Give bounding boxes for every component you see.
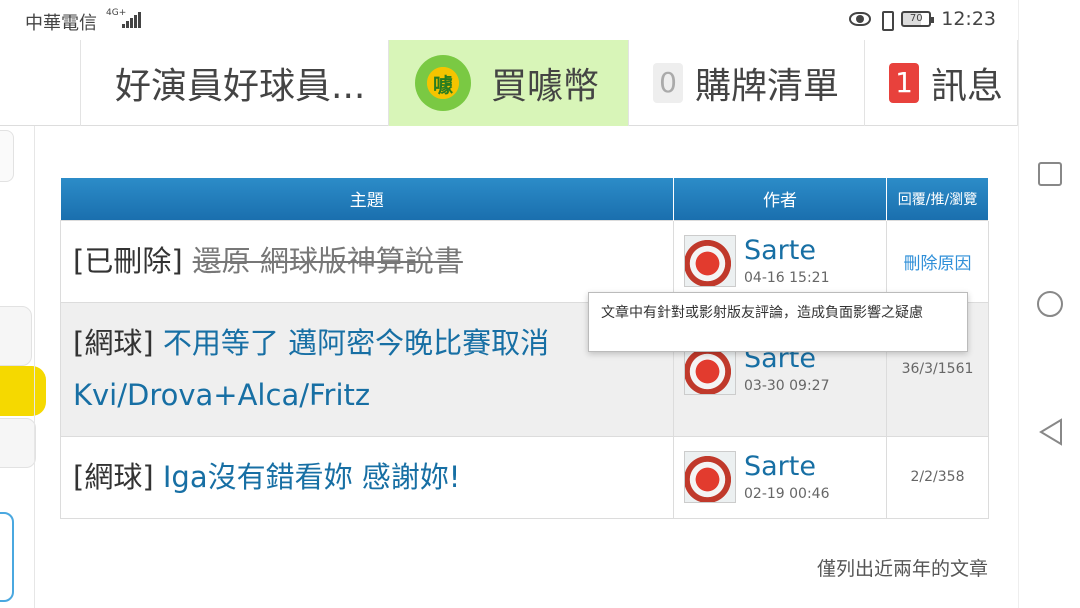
eye-comfort-icon bbox=[849, 12, 872, 26]
tab-messages[interactable]: 1 訊息 bbox=[864, 40, 1018, 126]
post-date: 04-16 15:21 bbox=[744, 270, 830, 286]
author-cell: Sarte 02-19 00:46 bbox=[673, 435, 887, 519]
topic-cell: [網球] Iga沒有錯看妳 感謝妳! bbox=[60, 435, 674, 519]
clock: 12:23 bbox=[941, 8, 996, 30]
recent-apps-icon[interactable] bbox=[1038, 162, 1062, 186]
sidebar-tab[interactable] bbox=[0, 130, 14, 182]
delete-reason-link[interactable]: 刪除原因 bbox=[886, 219, 989, 303]
tab-board-label: 好演員好球員... bbox=[115, 66, 366, 107]
tab-buy-coin[interactable]: 噱 買噱幣 bbox=[388, 40, 628, 126]
system-nav-bar bbox=[1018, 0, 1080, 608]
author-link[interactable]: Sarte bbox=[744, 452, 829, 482]
tab-messages-label: 訊息 bbox=[931, 66, 1004, 107]
deleted-topic-title: 還原 網球版神算說書 bbox=[192, 244, 463, 278]
post-date: 02-19 00:46 bbox=[744, 486, 830, 502]
topic-prefix: [網球] bbox=[73, 326, 154, 360]
left-sidebar-fragment bbox=[0, 126, 46, 608]
sidebar-tab[interactable] bbox=[0, 418, 36, 468]
coin-icon: 噱 bbox=[415, 55, 471, 111]
tab-buy-coin-label: 買噱幣 bbox=[491, 66, 600, 107]
divider bbox=[34, 126, 35, 608]
status-bar: 中華電信 4G+ 70 12:23 bbox=[0, 0, 1018, 40]
top-nav: 好演員好球員... 噱 買噱幣 0 購牌清單 1 訊息 bbox=[0, 40, 1018, 126]
message-count-badge: 1 bbox=[889, 63, 919, 103]
topic-cell: [已刪除] 還原 網球版神算說書 bbox=[60, 219, 674, 303]
author-link[interactable]: Sarte bbox=[744, 236, 829, 266]
sidebar-tab-active[interactable] bbox=[0, 366, 46, 416]
avatar[interactable] bbox=[684, 235, 736, 287]
carrier-name: 中華電信 bbox=[25, 13, 97, 34]
cart-count-badge: 0 bbox=[653, 63, 683, 103]
table-row: [已刪除] 還原 網球版神算說書 Sarte 04-16 15:21 刪除原因 bbox=[60, 219, 989, 303]
sidebar-tab[interactable] bbox=[0, 306, 32, 366]
tab-cart-label: 購牌清單 bbox=[695, 66, 840, 107]
tab-board[interactable]: 好演員好球員... bbox=[80, 40, 388, 126]
home-icon[interactable] bbox=[1037, 291, 1063, 317]
delete-reason-tooltip: 文章中有針對或影射版友評論，造成負面影響之疑慮 bbox=[588, 292, 968, 352]
header-topic: 主題 bbox=[60, 178, 674, 220]
signal-icon bbox=[122, 12, 142, 28]
post-date: 03-30 09:27 bbox=[744, 378, 830, 394]
header-author: 作者 bbox=[673, 178, 887, 220]
header-stats: 回覆/推/瀏覽 bbox=[886, 178, 989, 220]
coin-icon-text: 噱 bbox=[433, 72, 453, 97]
topic-prefix: [網球] bbox=[73, 460, 154, 494]
avatar[interactable] bbox=[684, 451, 736, 503]
back-icon[interactable] bbox=[1039, 418, 1063, 446]
tab-cart[interactable]: 0 購牌清單 bbox=[628, 40, 864, 126]
sidebar-button[interactable] bbox=[0, 512, 14, 602]
battery-icon: 70 bbox=[901, 11, 935, 27]
post-stats: 2/2/358 bbox=[886, 435, 989, 519]
topic-prefix: [已刪除] bbox=[73, 244, 183, 278]
topic-link[interactable]: Iga沒有錯看妳 感謝妳! bbox=[163, 460, 461, 494]
vibrate-icon bbox=[877, 11, 895, 31]
table-row: [網球] Iga沒有錯看妳 感謝妳! Sarte 02-19 00:46 2/2… bbox=[60, 435, 989, 519]
author-cell: Sarte 04-16 15:21 bbox=[673, 219, 887, 303]
topic-cell: [網球] 不用等了 邁阿密今晚比賽取消 Kvi/Drova+Alca/Fritz bbox=[60, 301, 674, 437]
footer-note: 僅列出近兩年的文章 bbox=[816, 558, 988, 580]
